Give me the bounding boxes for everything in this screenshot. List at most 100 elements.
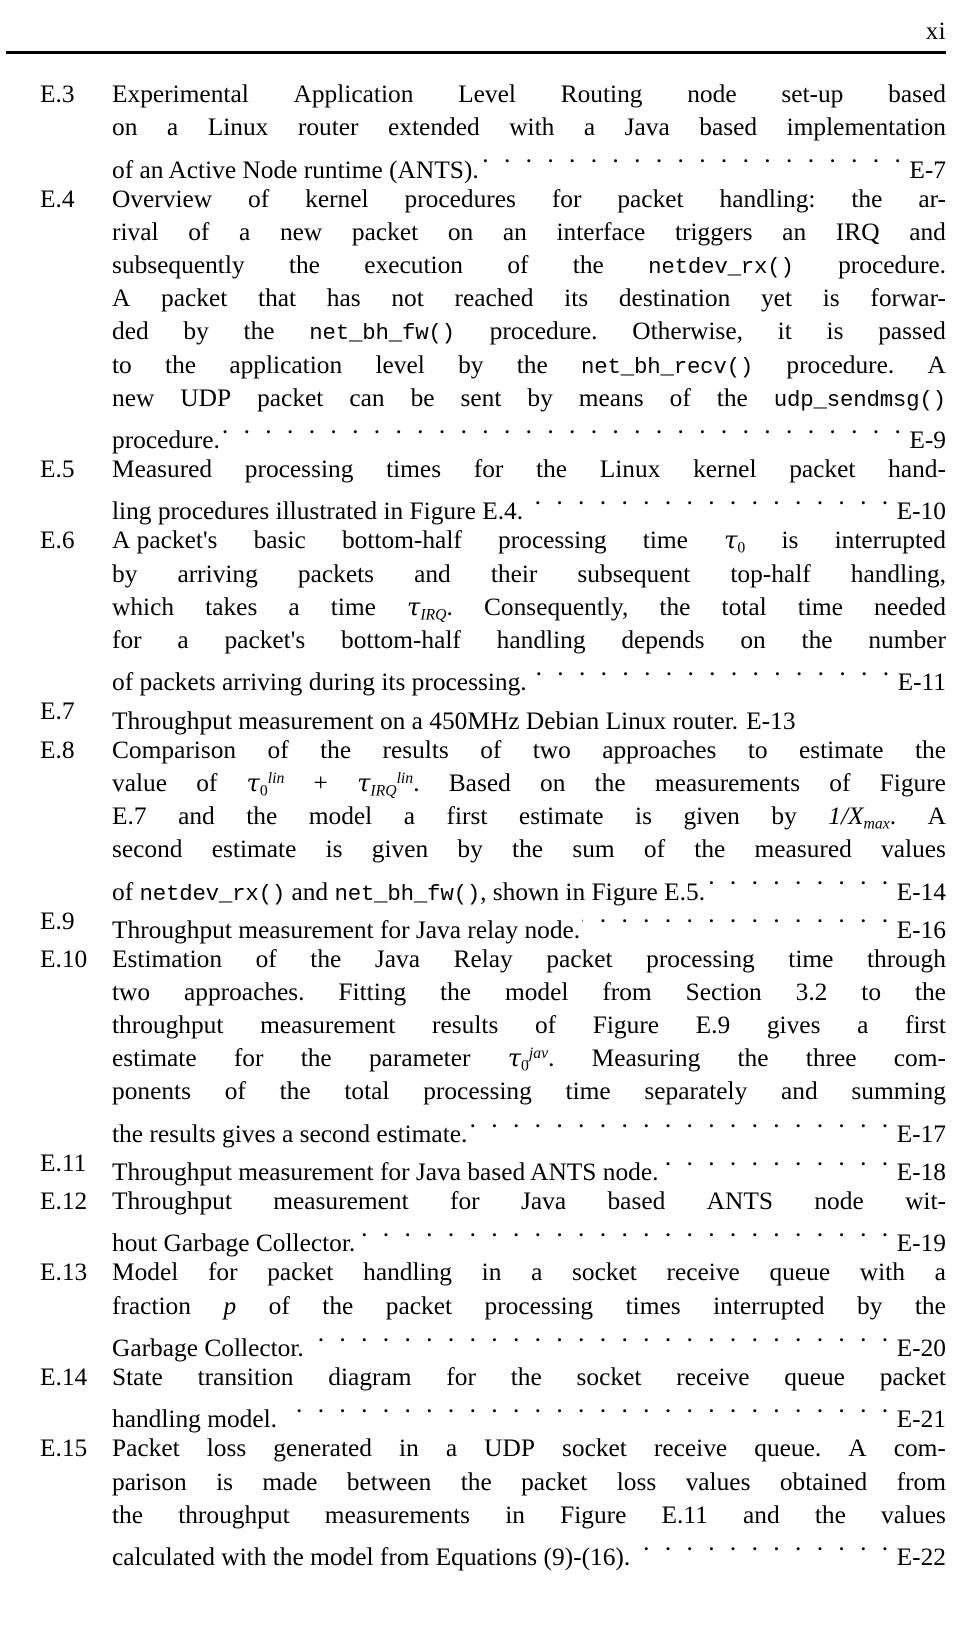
math-sup-lin: lin xyxy=(267,769,285,787)
lof-text-line: Apacket that has not reached its destination ye… xyxy=(112,284,946,313)
math-sub-irq: IRQ xyxy=(370,782,397,800)
lof-text-line: for a packet's bottom-half handling depends on… xyxy=(112,626,946,654)
math-tau: τ xyxy=(507,1044,521,1073)
lof-text-line: State transition diagram for the socket receiv… xyxy=(112,1362,946,1391)
lof-text-line: value of τ0lin + τIRQlin. Based on the measureme… xyxy=(112,768,946,800)
lof-text-line: subsequently the execution of the netdev_rx()… xyxy=(112,249,946,282)
math-sub-irq: IRQ xyxy=(420,606,447,624)
lof-label-e6: E.6 xyxy=(40,526,75,555)
code-net-bh-fw: net_bh_fw() xyxy=(309,320,455,347)
lof-label-e5: E.5 xyxy=(40,455,75,484)
lof-text-line: Measured processing times for the Linux kernel… xyxy=(112,455,946,484)
lof-leader-line: ling procedures illustrated in Figure E.… xyxy=(112,486,946,525)
lof-text-line: Estimation of the Java Relay packet processing… xyxy=(112,944,946,973)
math-sub-max: max xyxy=(863,815,890,833)
lof-text-line: on a Linux router extended with a Java based impl… xyxy=(112,113,946,142)
lof-text-line: new UDP packet can be sent by means of the udp_sen… xyxy=(112,382,946,415)
math-tau: τ xyxy=(357,768,371,797)
lof-leader-line: handling model. E-21 xyxy=(112,1394,946,1433)
lof-label-e15: E.15 xyxy=(40,1434,88,1463)
lof-leader-line: calculated with the model from Equations… xyxy=(112,1532,946,1571)
lof-entry-e15: E.15 Packet loss generated in a UDP socket rece… xyxy=(40,1432,946,1571)
lof-text-line: ponents of the total processing time separatel… xyxy=(112,1077,946,1106)
math-sup-lin: lin xyxy=(396,769,414,787)
lof-entry-e8: E.8 Comparison of the results of two approache… xyxy=(40,734,946,907)
leader-dots xyxy=(582,905,892,938)
math-fraction-p: p xyxy=(223,1291,237,1320)
lof-text-line: Comparison of the results of two approaches to e… xyxy=(112,735,946,764)
code-net-bh-recv: net_bh_recv() xyxy=(581,353,754,380)
leader-dots xyxy=(632,1532,892,1565)
lof-leader-line: of packets arriving during its processin… xyxy=(112,657,946,696)
list-of-figures: E.3 Experimental Application Level Routing n… xyxy=(40,78,946,1571)
lof-text-line: second estimate is given by the sum of the measur… xyxy=(112,835,946,864)
lof-label-e4: E.4 xyxy=(40,184,75,213)
lof-text-line: A packet's basic bottom-half processing time… xyxy=(112,526,946,557)
lof-entry-e12: E.12 Throughput measurement for Java based AN… xyxy=(40,1185,946,1257)
code-net-bh-fw: net_bh_fw() xyxy=(334,880,481,907)
lof-entry-e5: E.5 Measured processing times for the Linux ke… xyxy=(40,453,946,525)
lof-leader-line: procedure. E-9 xyxy=(112,415,946,454)
lof-text-line: by arriving packets and their subsequent top-h… xyxy=(112,559,946,588)
lof-entry-e10: E.10 Estimation of the Java Relay packet proce… xyxy=(40,943,946,1148)
running-header: xi xyxy=(6,18,946,58)
page-folio: xi xyxy=(925,18,946,45)
leader-dots xyxy=(481,144,906,177)
lof-label-e11: E.11 xyxy=(40,1148,87,1177)
leader-dots xyxy=(707,866,893,899)
leader-dots xyxy=(357,1218,892,1251)
lof-text-line: parison is made between the packet loss values o… xyxy=(112,1467,946,1496)
math-sub-zero: 0 xyxy=(259,782,268,800)
lof-entry-e11: E.11 Throughput measurement for Java bas… xyxy=(40,1147,946,1186)
lof-label-e10: E.10 xyxy=(40,944,88,973)
lof-text-line: Experimental Application Level Routing node s… xyxy=(112,80,946,108)
lof-leader-line: the results gives a second estimate. E-1… xyxy=(112,1109,946,1148)
lof-label-e7: E.7 xyxy=(40,697,75,726)
lof-label-e3: E.3 xyxy=(40,80,75,108)
lof-entry-e9: E.9 Throughput measurement for Java rela… xyxy=(40,905,946,944)
leader-dots xyxy=(529,657,894,690)
lof-text-line: fraction p of the packet processing times inter… xyxy=(112,1290,946,1323)
lof-text-line: Throughput measurement for Java based ANTS nod… xyxy=(112,1187,946,1215)
math-tau: τ xyxy=(407,592,421,621)
lof-text-line: throughput measurement results of Figure E.9 g… xyxy=(112,1011,946,1040)
math-plus: + xyxy=(313,768,328,797)
lof-entry-e13: E.13 Model for packet handling in a socket rece… xyxy=(40,1256,946,1362)
lof-leader-line: of an Active Node runtime (ANTS). E-7 xyxy=(112,144,946,183)
lof-leader-line: of netdev_rx() and net_bh_fw(), shown in… xyxy=(112,866,946,906)
lof-entry-e3: E.3 Experimental Application Level Routing n… xyxy=(40,78,946,184)
lof-label-e13: E.13 xyxy=(40,1258,88,1287)
lof-text-line: rival of a new packet on an interface triggers an… xyxy=(112,217,946,246)
math-sub-zero: 0 xyxy=(737,539,746,557)
lof-text-line: estimate for the parameter τ0jav. Measuring th… xyxy=(112,1044,946,1075)
lof-label-e12: E.12 xyxy=(40,1187,88,1215)
lof-leader-line: hout Garbage Collector. E-19 xyxy=(112,1218,946,1257)
lof-leader-line: Throughput measurement on a 450MHz Debia… xyxy=(112,695,946,735)
lof-text-line: ded by the net_bh_fw() procedure. Otherwise, i… xyxy=(112,315,946,348)
leader-dots xyxy=(660,1147,892,1180)
lof-leader-line: Garbage Collector. E-20 xyxy=(112,1323,946,1362)
lof-leader-line: Throughput measurement for Java based AN… xyxy=(112,1147,946,1186)
lof-entry-e7: E.7 Throughput measurement on a 450MHz D… xyxy=(40,695,946,735)
lof-text-line: which takes a time τIRQ. Consequently, the tota… xyxy=(112,592,946,624)
code-netdev-rx: netdev_rx() xyxy=(139,880,286,907)
lof-label-e9: E.9 xyxy=(40,906,75,935)
math-tau: τ xyxy=(246,768,260,797)
code-udp-sendmsg: udp_sendmsg() xyxy=(773,386,946,413)
leader-dots xyxy=(525,486,893,519)
lof-text-line: Packet loss generated in a UDP socket receive qu… xyxy=(112,1434,946,1463)
math-one-over-x: 1/X xyxy=(828,801,864,830)
lof-page-e15[interactable]: E-22 xyxy=(895,1541,946,1574)
lof-leader-line: Throughput measurement for Java relay no… xyxy=(112,905,946,944)
math-tau: τ xyxy=(724,526,738,555)
lof-label-e8: E.8 xyxy=(40,735,75,764)
lof-entry-e6: E.6 A packet's basic bottom-half processing… xyxy=(40,524,946,696)
leader-dots xyxy=(222,415,905,448)
leader-dots xyxy=(306,1323,893,1356)
header-rule xyxy=(6,51,946,54)
lof-text-line: calculated with the model from Equations… xyxy=(112,1543,631,1572)
lof-text-line: Overview of kernel procedures for packet handl… xyxy=(112,184,946,213)
math-sub-zero: 0 xyxy=(520,1057,529,1075)
leader-dots xyxy=(279,1394,893,1427)
lof-text-line: two approaches. Fitting the model from Section… xyxy=(112,977,946,1006)
